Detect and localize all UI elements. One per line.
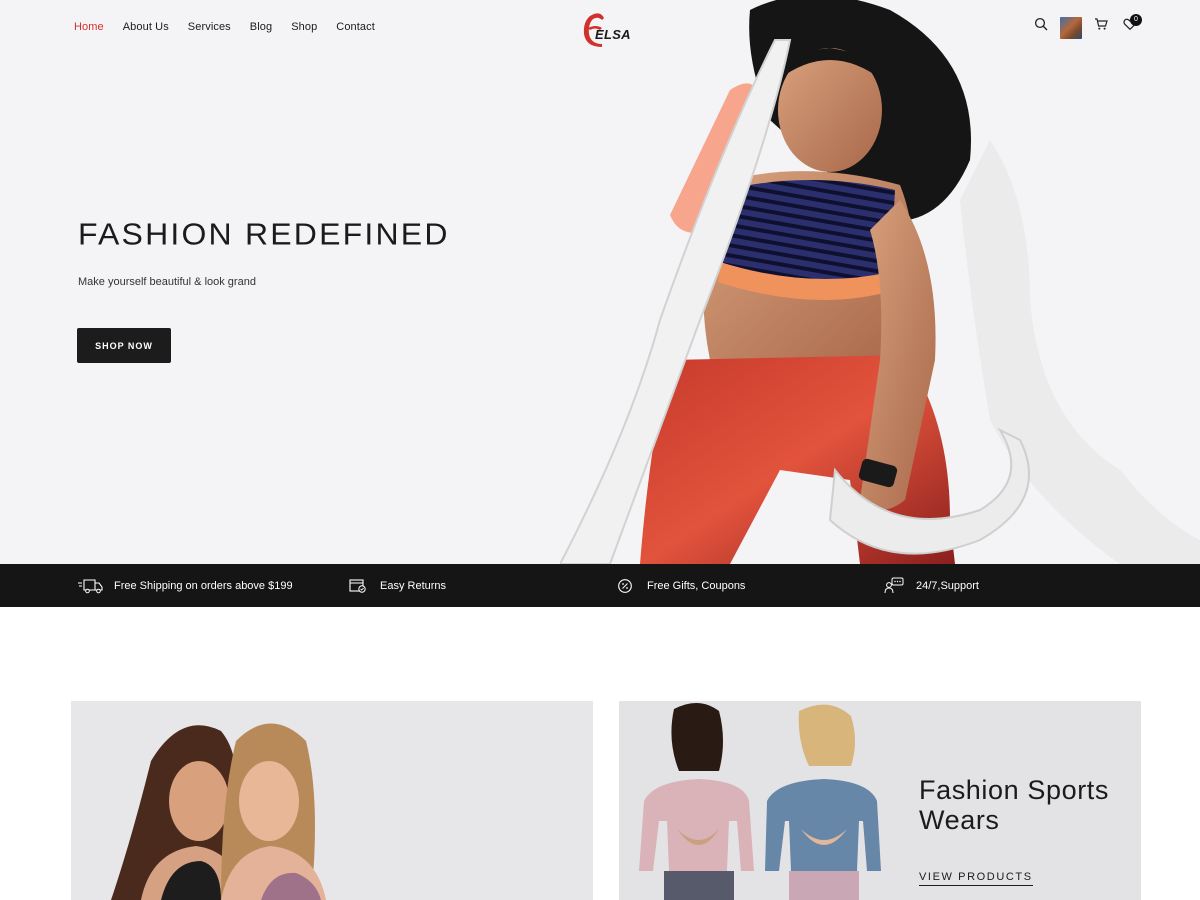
promo-title-line-1: Fashion Sports — [919, 775, 1109, 805]
feature-support: 24/7,Support — [884, 564, 979, 607]
view-products-link[interactable]: VIEW PRODUCTS — [919, 871, 1033, 886]
feature-label: Free Shipping on orders above $199 — [114, 579, 293, 592]
feature-label: 24/7,Support — [916, 579, 979, 592]
avatar[interactable] — [1060, 17, 1082, 39]
nav-item-blog[interactable]: Blog — [250, 21, 272, 33]
main-nav: Home About Us Services Blog Shop Contact — [74, 21, 375, 33]
brand-name: ELSA — [595, 27, 631, 42]
promo-title: Fashion Sports Wears — [919, 775, 1109, 835]
hero-section: Home About Us Services Blog Shop Contact… — [0, 0, 1200, 564]
support-icon — [884, 577, 904, 593]
nav-item-home[interactable]: Home — [74, 21, 104, 33]
feature-free-gifts: Free Gifts, Coupons — [617, 564, 745, 607]
shop-now-button[interactable]: SHOP NOW — [77, 328, 171, 363]
nav-item-shop[interactable]: Shop — [291, 21, 317, 33]
promo-image-back-view — [639, 702, 881, 900]
returns-icon — [349, 578, 366, 593]
nav-item-contact[interactable]: Contact — [336, 21, 375, 33]
page: Home About Us Services Blog Shop Contact… — [0, 0, 1200, 900]
promo-card-right[interactable]: Fashion Sports Wears VIEW PRODUCTS — [619, 701, 1141, 900]
feature-label: Easy Returns — [380, 579, 447, 592]
features-bar: Free Shipping on orders above $199 Easy … — [0, 564, 1200, 607]
promo-card-left[interactable] — [71, 701, 593, 900]
promo-title-line-2: Wears — [919, 805, 1000, 835]
feature-free-shipping: Free Shipping on orders above $199 — [78, 564, 293, 607]
wishlist-count-badge: 0 — [1130, 14, 1142, 26]
nav-item-services[interactable]: Services — [188, 21, 231, 33]
hero-image — [560, 0, 1200, 564]
delivery-truck-icon — [78, 578, 103, 593]
hero-title: FASHION REDEFINED — [78, 216, 450, 252]
feature-label: Free Gifts, Coupons — [647, 579, 746, 592]
search-icon[interactable] — [1034, 17, 1048, 31]
promo-image-two-women — [111, 723, 326, 900]
nav-item-about-us[interactable]: About Us — [123, 21, 169, 33]
cart-icon[interactable] — [1094, 17, 1108, 31]
feature-easy-returns: Easy Returns — [348, 564, 446, 607]
header-icons: 0 — [1034, 14, 1144, 43]
percent-icon — [618, 578, 632, 593]
hero-subtitle: Make yourself beautiful & look grand — [78, 276, 256, 288]
